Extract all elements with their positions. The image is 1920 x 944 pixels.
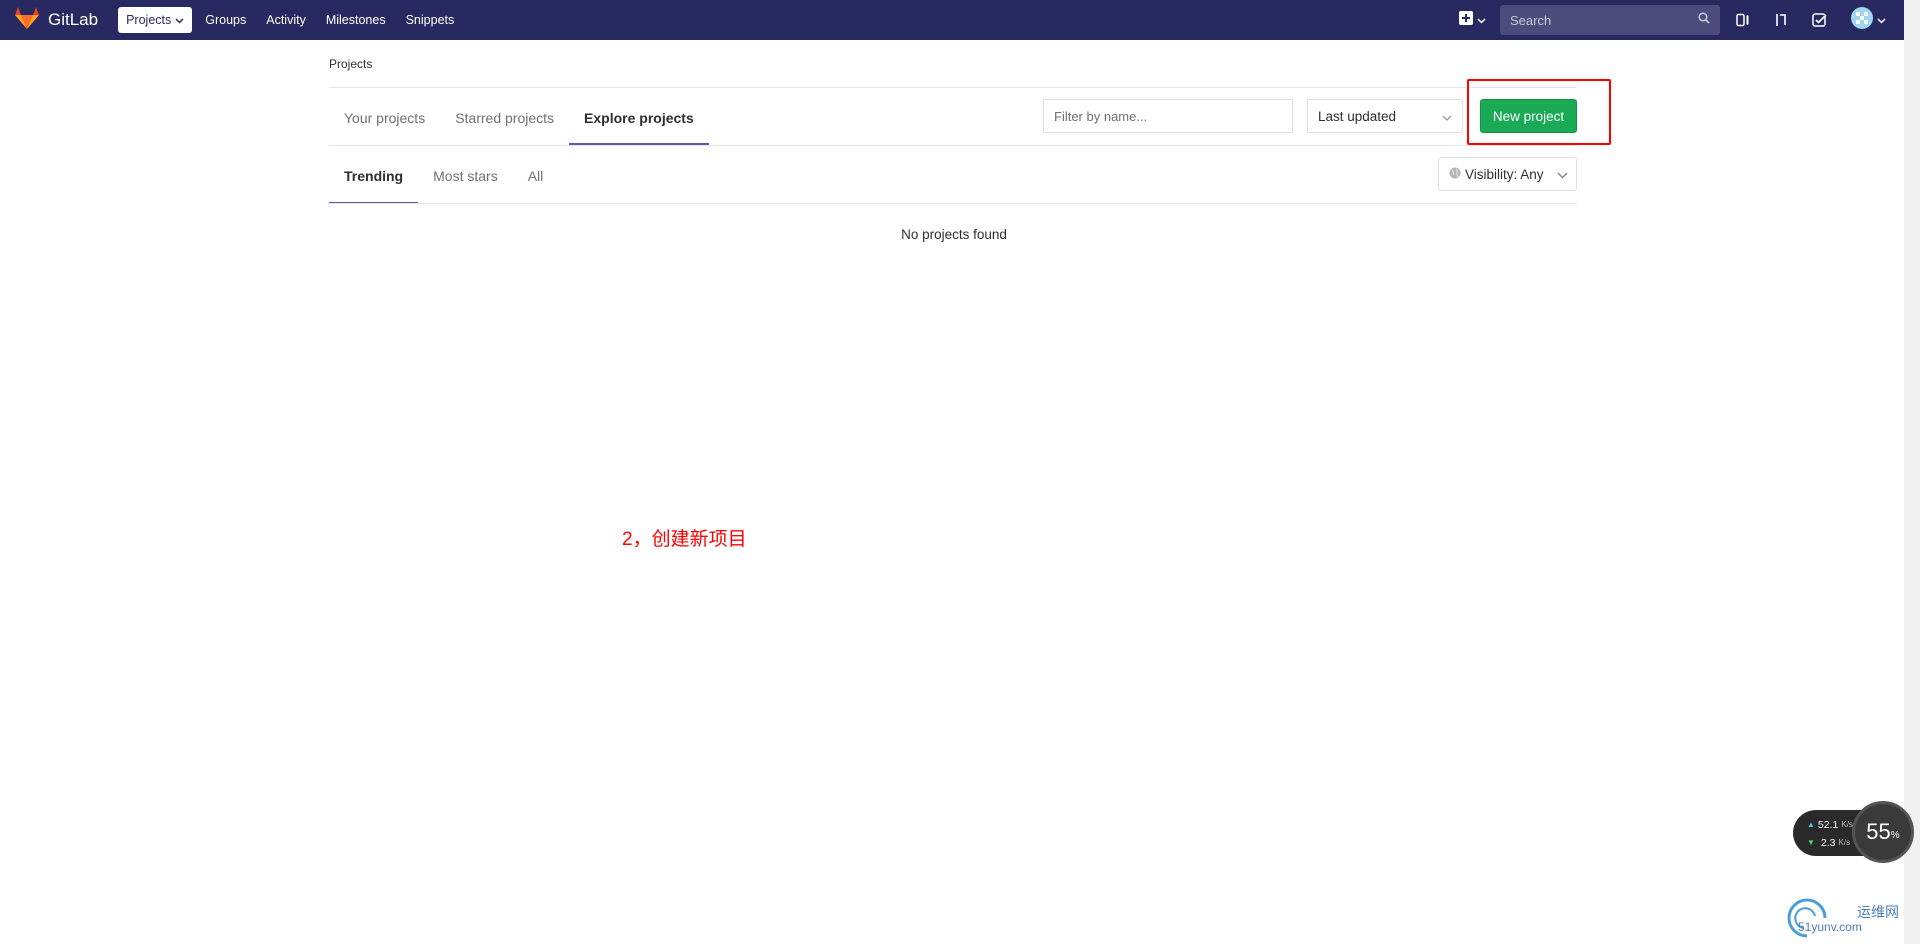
annotation-text: 2，创建新项目: [622, 529, 747, 550]
nav-activity[interactable]: Activity: [266, 13, 306, 27]
chevron-down-icon: [1477, 11, 1486, 29]
sort-label: Last updated: [1318, 108, 1397, 124]
sort-tabs: Trending Most stars All: [329, 156, 559, 204]
new-dropdown-button[interactable]: [1459, 10, 1486, 30]
tab-starred-projects[interactable]: Starred projects: [440, 98, 569, 144]
divider: [329, 203, 1577, 204]
sort-dropdown[interactable]: Last updated: [1307, 99, 1463, 133]
search-box[interactable]: [1500, 5, 1720, 35]
breadcrumb[interactable]: Projects: [329, 57, 372, 71]
tab-all[interactable]: All: [513, 156, 559, 203]
scope-tabs: Your projects Starred projects Explore p…: [329, 98, 709, 145]
annotation-highlight-box: [1467, 79, 1611, 145]
divider: [329, 87, 1577, 88]
top-navbar: GitLab Projects Groups Activity Mileston…: [0, 0, 1904, 40]
chevron-down-icon: [1442, 109, 1452, 124]
empty-state-message: No projects found: [901, 227, 1007, 242]
gitlab-brand[interactable]: GitLab: [14, 6, 98, 35]
tab-trending[interactable]: Trending: [329, 156, 419, 204]
gitlab-logo-icon: [14, 6, 40, 35]
cpu-value: 55: [1866, 819, 1891, 844]
tab-your-projects[interactable]: Your projects: [329, 98, 440, 144]
tab-explore-projects[interactable]: Explore projects: [569, 98, 709, 145]
upload-value: 52.1: [1817, 819, 1839, 831]
chevron-down-icon: [175, 13, 184, 27]
filter-by-name-input[interactable]: [1043, 99, 1293, 133]
nav-milestones[interactable]: Milestones: [326, 13, 386, 27]
download-unit: K/s: [1838, 838, 1851, 847]
issues-icon[interactable]: [1736, 13, 1750, 27]
visibility-dropdown[interactable]: Visibility: Any: [1438, 157, 1577, 191]
user-menu[interactable]: [1851, 6, 1886, 34]
vertical-scrollbar[interactable]: [1904, 0, 1920, 944]
nav-snippets[interactable]: Snippets: [406, 13, 455, 27]
avatar: [1851, 6, 1873, 34]
cpu-usage-gauge: 55 %: [1852, 801, 1914, 863]
watermark-url: 51yunv.com: [1798, 920, 1862, 934]
tab-most-stars[interactable]: Most stars: [418, 156, 513, 203]
nav-projects-label: Projects: [126, 13, 172, 27]
watermark-text: 运维网: [1857, 904, 1899, 920]
globe-icon: [1449, 167, 1461, 182]
nav-projects-dropdown[interactable]: Projects: [118, 7, 193, 33]
todos-icon[interactable]: [1812, 13, 1827, 27]
search-icon[interactable]: [1698, 11, 1710, 29]
download-value: 2.3: [1820, 837, 1836, 849]
visibility-label: Visibility: Any: [1465, 166, 1544, 182]
brand-name: GitLab: [48, 10, 99, 29]
search-input[interactable]: [1510, 12, 1680, 28]
chevron-down-icon: [1877, 11, 1886, 29]
merge-request-icon[interactable]: [1774, 13, 1788, 27]
cpu-unit: %: [1890, 829, 1900, 841]
download-arrow-icon: ▼: [1807, 838, 1815, 847]
upload-arrow-icon: ▲: [1807, 820, 1815, 829]
nav-groups[interactable]: Groups: [205, 13, 246, 27]
chevron-down-icon: [1557, 167, 1568, 182]
divider: [329, 145, 1577, 146]
plus-square-icon: [1459, 10, 1473, 30]
